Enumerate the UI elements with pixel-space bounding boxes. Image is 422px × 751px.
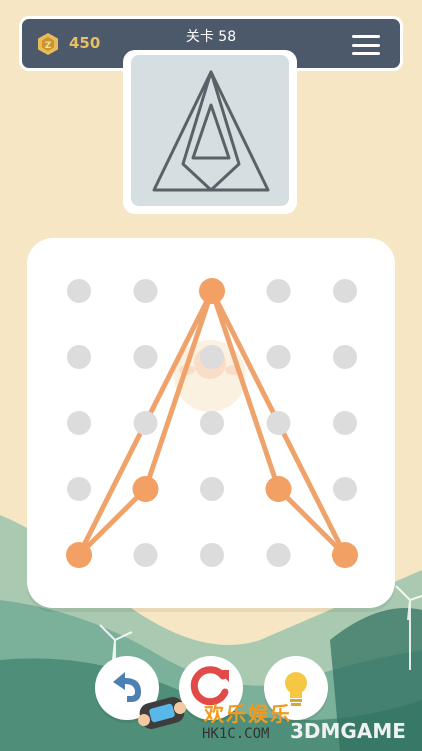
watermark-cn-text: 欢乐娱乐 [204, 702, 292, 726]
grid-node-active[interactable] [66, 542, 92, 568]
grid-node[interactable] [67, 477, 91, 501]
watermark-brand-text: 3DMGAME [290, 719, 406, 743]
gamepad-watermark-icon [138, 696, 186, 730]
watermark-url-text: HK1C.COM [202, 726, 270, 742]
grid-node-active[interactable] [332, 542, 358, 568]
menu-bar [352, 52, 380, 55]
grid-node[interactable] [133, 345, 158, 369]
drawn-segment [76, 486, 148, 558]
grid-node[interactable] [333, 279, 357, 303]
grid-node[interactable] [333, 477, 357, 501]
target-shape-preview [131, 55, 289, 206]
grid-node[interactable] [133, 411, 158, 435]
grid-node[interactable] [200, 543, 224, 567]
hamburger-menu-icon[interactable] [352, 35, 380, 55]
menu-bar [352, 43, 380, 47]
grid-node[interactable] [200, 411, 224, 435]
grid-node[interactable] [266, 411, 291, 435]
level-title: 关卡 58 [185, 29, 237, 45]
grid-node[interactable] [266, 345, 291, 369]
grid-node[interactable] [133, 543, 158, 567]
grid-node[interactable] [67, 345, 91, 369]
grid-node[interactable] [67, 279, 91, 303]
board-grid[interactable] [27, 238, 395, 608]
grid-node-active[interactable] [132, 476, 159, 502]
target-shape-card [123, 50, 297, 214]
grid-node[interactable] [266, 279, 291, 303]
target-shape-drawing [152, 70, 270, 192]
grid-node[interactable] [266, 543, 291, 567]
drawn-segment [276, 486, 348, 558]
grid-node[interactable] [67, 411, 91, 435]
grid-node[interactable] [333, 345, 357, 369]
menu-bar [352, 35, 380, 38]
game-board[interactable] [27, 238, 395, 608]
grid-node[interactable] [133, 279, 158, 303]
grid-node[interactable] [200, 477, 224, 501]
grid-node[interactable] [200, 345, 224, 369]
grid-node-active[interactable] [199, 278, 225, 304]
grid-node-active[interactable] [265, 476, 292, 502]
grid-node[interactable] [333, 411, 357, 435]
